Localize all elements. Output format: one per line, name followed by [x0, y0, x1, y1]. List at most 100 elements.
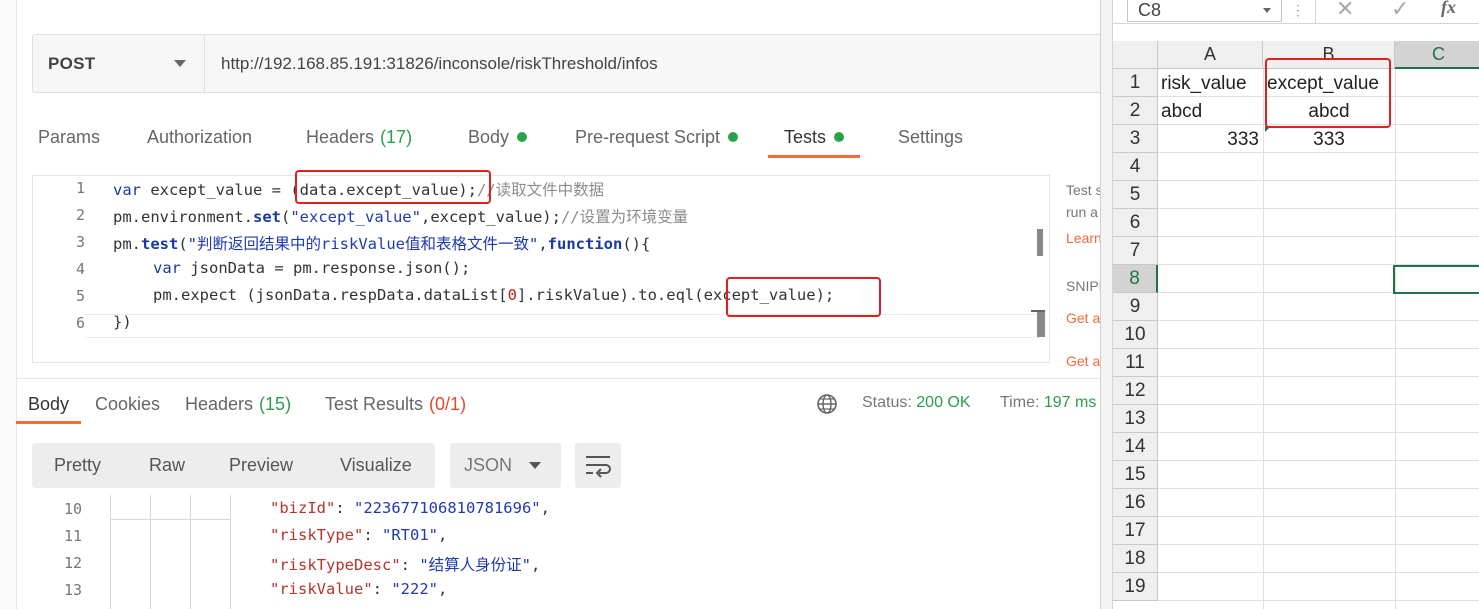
row-header[interactable]: 4: [1113, 153, 1158, 181]
row-header[interactable]: 11: [1113, 349, 1158, 377]
snippets-heading: SNIPP: [1066, 278, 1100, 294]
line-number: 11: [63, 527, 82, 545]
line-number: 4: [75, 260, 85, 278]
tab-params[interactable]: Params: [22, 116, 116, 158]
formula-bar: C8 ⋮ ✕ ✓ fx: [1113, 0, 1479, 24]
code-token: var: [113, 181, 141, 199]
globe-icon[interactable]: [816, 393, 838, 415]
json-value: "结算人身份证": [419, 556, 531, 574]
excel-left-strip: [1101, 0, 1113, 609]
learn-more-link[interactable]: Learn: [1066, 230, 1100, 246]
wrap-lines-button[interactable]: [575, 443, 621, 488]
chevron-down-icon: [529, 462, 541, 469]
tab-settings[interactable]: Settings: [882, 116, 979, 158]
grid-line: [1158, 432, 1479, 433]
method-select[interactable]: POST: [33, 35, 205, 92]
wrap-lines-icon: [586, 456, 611, 478]
status-label: Status:: [862, 394, 912, 411]
row-header[interactable]: 2: [1113, 97, 1158, 125]
snippet-link[interactable]: Get a: [1066, 353, 1100, 369]
function-icon[interactable]: fx: [1441, 0, 1456, 18]
tab-response-headers[interactable]: Headers (15): [173, 384, 303, 424]
name-box-value: C8: [1138, 0, 1162, 20]
select-all-corner[interactable]: [1113, 41, 1158, 69]
tab-response-body[interactable]: Body: [16, 384, 82, 424]
tab-headers[interactable]: Headers (17): [290, 116, 428, 158]
cell-a3[interactable]: 333: [1158, 126, 1259, 154]
format-select[interactable]: JSON: [450, 443, 561, 488]
json-value: "223677106810781696": [354, 499, 541, 517]
response-status: Status: 200 OK: [862, 394, 971, 412]
snippet-link[interactable]: Get a: [1066, 310, 1100, 326]
grid-line: [1158, 180, 1479, 181]
cell-b3[interactable]: 333: [1263, 126, 1395, 154]
line-number: 3: [75, 233, 85, 251]
view-mode-group: Pretty Raw Preview Visualize: [32, 443, 435, 488]
column-header-c[interactable]: C: [1395, 41, 1479, 69]
tab-cookies[interactable]: Cookies: [83, 384, 172, 424]
view-pretty-button[interactable]: Pretty: [54, 443, 101, 488]
row-header[interactable]: 9: [1113, 293, 1158, 321]
name-box[interactable]: C8: [1127, 0, 1282, 22]
row-header[interactable]: 14: [1113, 433, 1158, 461]
url-input[interactable]: http://192.168.85.191:31826/inconsole/ri…: [221, 35, 658, 92]
row-header[interactable]: 19: [1113, 573, 1158, 601]
code-token: (){: [622, 235, 651, 253]
grid-line: [1158, 376, 1479, 377]
json-punct: ,: [531, 556, 541, 574]
row-header[interactable]: 6: [1113, 209, 1158, 237]
tab-test-results[interactable]: Test Results (0/1): [313, 384, 478, 424]
row-header[interactable]: 16: [1113, 489, 1158, 517]
time-value: 197 ms: [1043, 394, 1097, 411]
code-string: "except_value": [290, 208, 421, 226]
tab-label: Tests: [784, 126, 827, 147]
status-value: 200 OK: [916, 394, 971, 411]
code-keyword: function: [547, 235, 623, 253]
grid-line: [1158, 572, 1479, 573]
more-options-icon[interactable]: ⋮: [1291, 2, 1305, 19]
row-header[interactable]: 18: [1113, 545, 1158, 573]
view-raw-button[interactable]: Raw: [149, 443, 185, 488]
row-header[interactable]: 12: [1113, 377, 1158, 405]
row-header[interactable]: 3: [1113, 125, 1158, 153]
line-number: 10: [63, 500, 82, 518]
editor-scrollbar-marker: [1037, 311, 1045, 337]
editor-scrollbar-thumb[interactable]: [1037, 229, 1043, 256]
tab-pre-request-script[interactable]: Pre-request Script: [559, 116, 754, 158]
status-dot-icon: [834, 132, 845, 142]
row-header[interactable]: 15: [1113, 461, 1158, 489]
cell-a2[interactable]: abcd: [1161, 98, 1202, 126]
cell-a1[interactable]: risk_value: [1161, 70, 1247, 98]
code-token: ].riskValue).to.eql: [516, 286, 695, 304]
row-header[interactable]: 17: [1113, 517, 1158, 545]
grid-line: [1158, 488, 1479, 489]
tab-label: Settings: [898, 126, 964, 147]
cancel-icon[interactable]: ✕: [1336, 0, 1354, 22]
headers-count: (17): [380, 126, 413, 147]
json-key: "riskValue": [270, 580, 373, 598]
json-line: "riskValue": "222",: [270, 580, 448, 598]
column-header-a[interactable]: A: [1158, 41, 1263, 69]
view-visualize-button[interactable]: Visualize: [340, 443, 412, 488]
code-token: ,except_value);: [420, 208, 561, 226]
row-header[interactable]: 1: [1113, 69, 1158, 97]
active-cell-c8[interactable]: [1393, 265, 1479, 294]
view-preview-button[interactable]: Preview: [229, 443, 293, 488]
tab-authorization[interactable]: Authorization: [131, 116, 268, 158]
tab-tests[interactable]: Tests: [768, 116, 861, 158]
tests-script-editor[interactable]: 1 2 3 4 5 6 var except_value = (data.exc…: [32, 170, 1050, 363]
json-punct: ,: [438, 580, 448, 598]
row-header[interactable]: 10: [1113, 321, 1158, 349]
highlight-box-eql-except-value: [726, 277, 881, 317]
row-header[interactable]: 13: [1113, 405, 1158, 433]
line-number: 13: [63, 581, 82, 599]
grid-line: [1158, 320, 1479, 321]
json-punct: ,: [540, 499, 550, 517]
json-punct: ,: [438, 526, 448, 544]
tab-body[interactable]: Body: [452, 116, 543, 158]
row-header-selected[interactable]: 8: [1113, 265, 1158, 293]
confirm-icon[interactable]: ✓: [1391, 0, 1409, 22]
row-header[interactable]: 7: [1113, 237, 1158, 265]
line-number: 5: [75, 287, 85, 305]
row-header[interactable]: 5: [1113, 181, 1158, 209]
